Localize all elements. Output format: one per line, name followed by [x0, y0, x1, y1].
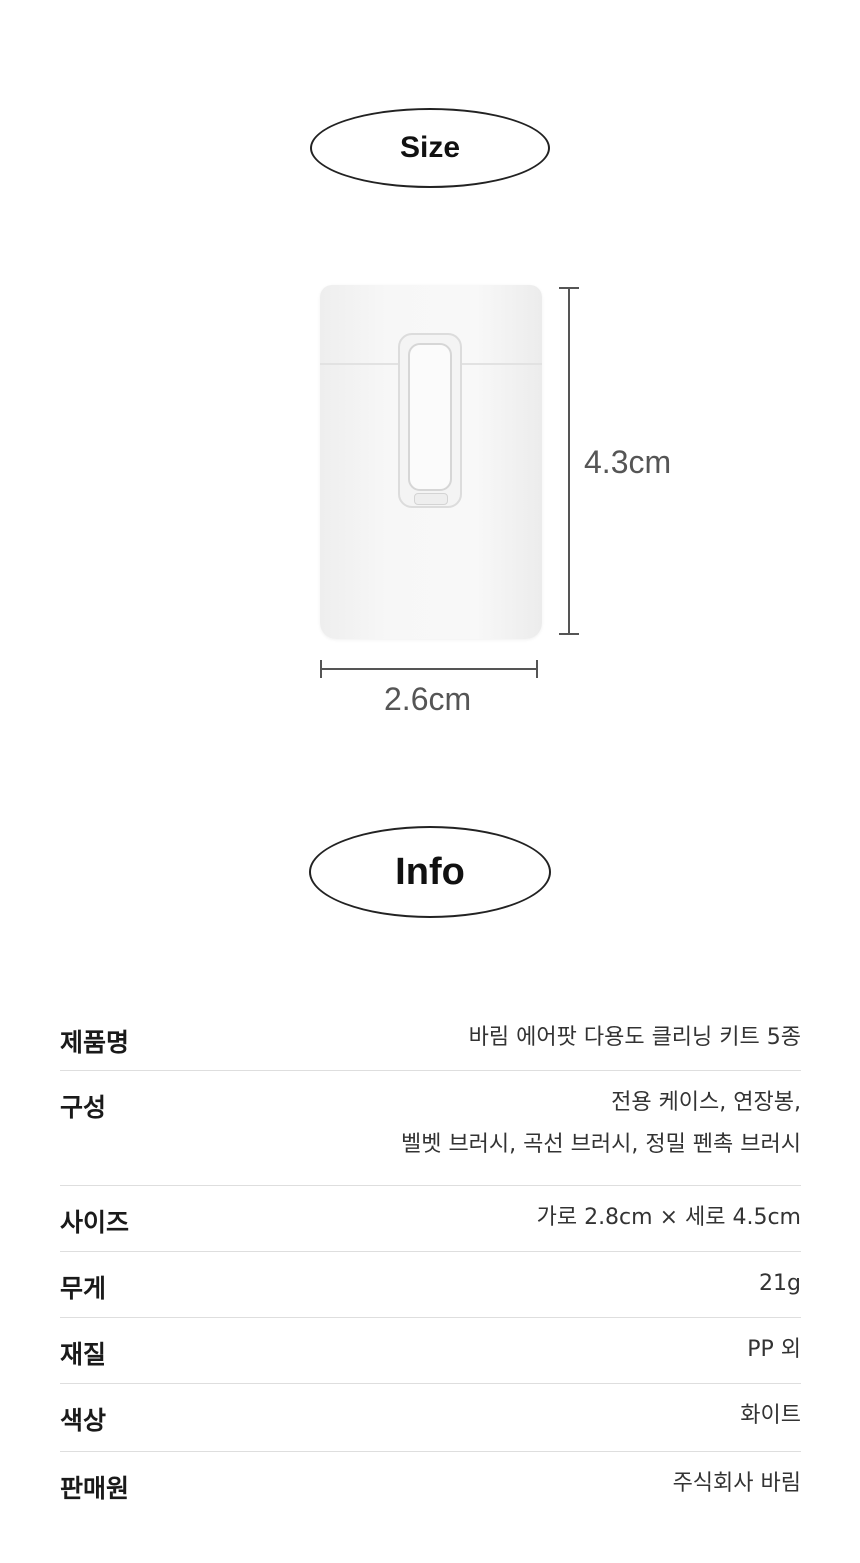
spec-value: PP 외: [747, 1329, 801, 1371]
size-section-title: Size: [310, 108, 550, 188]
height-dimension-cap-top: [559, 287, 579, 289]
width-dimension-cap-right: [536, 660, 538, 678]
spec-value-line: 벨벳 브러시, 곡선 브러시, 정밀 펜촉 브러시: [400, 1132, 801, 1157]
spec-value-line: 화이트: [740, 1403, 801, 1428]
spec-row-weight: 무게 21g: [60, 1252, 801, 1318]
info-section-title: Info: [309, 826, 551, 918]
spec-key: 제품명: [60, 1028, 130, 1057]
width-dimension-cap-left: [320, 660, 322, 678]
spec-key: 구성: [60, 1093, 107, 1122]
spec-key: 사이즈: [60, 1208, 130, 1237]
spec-value-line: 가로 2.8cm × 세로 4.5cm: [536, 1205, 801, 1230]
spec-value-line: 바림 에어팟 다용도 클리닝 키트 5종: [468, 1025, 801, 1050]
spec-row-size: 사이즈 가로 2.8cm × 세로 4.5cm: [60, 1186, 801, 1252]
spec-key: 무게: [60, 1274, 107, 1303]
spec-row-material: 재질 PP 외: [60, 1318, 801, 1384]
spec-row-seller: 판매원 주식회사 바림: [60, 1452, 801, 1518]
spec-value: 화이트: [740, 1395, 801, 1437]
case-clip-slot: [414, 493, 448, 505]
spec-row-color: 색상 화이트: [60, 1384, 801, 1452]
spec-key: 색상: [60, 1406, 107, 1435]
spec-row-product-name: 제품명 바림 에어팟 다용도 클리닝 키트 5종: [60, 1006, 801, 1071]
spec-key: 판매원: [60, 1474, 130, 1503]
spec-value-line: 21g: [759, 1271, 801, 1296]
spec-value: 주식회사 바림: [673, 1463, 801, 1505]
spec-value-line: 주식회사 바림: [672, 1471, 801, 1496]
width-dimension-line: [321, 668, 538, 670]
spec-key: 재질: [60, 1340, 107, 1369]
spec-value: 21g: [759, 1263, 801, 1305]
height-dimension-label: 4.3cm: [584, 444, 672, 480]
spec-value: 전용 케이스, 연장봉, 벨벳 브러시, 곡선 브러시, 정밀 펜촉 브러시: [401, 1082, 801, 1166]
spec-value-line: PP 외: [747, 1337, 801, 1362]
product-image-case: [320, 285, 542, 639]
spec-row-components: 구성 전용 케이스, 연장봉, 벨벳 브러시, 곡선 브러시, 정밀 펜촉 브러…: [60, 1071, 801, 1186]
spec-value: 바림 에어팟 다용도 클리닝 키트 5종: [469, 1017, 801, 1059]
height-dimension-cap-bottom: [559, 633, 579, 635]
width-dimension-label: 2.6cm: [384, 681, 472, 717]
spec-table: 제품명 바림 에어팟 다용도 클리닝 키트 5종 구성 전용 케이스, 연장봉,…: [60, 1006, 801, 1518]
case-clip: [408, 343, 452, 491]
spec-value-line: 전용 케이스, 연장봉,: [611, 1090, 801, 1115]
height-dimension-line: [568, 288, 570, 634]
spec-value: 가로 2.8cm × 세로 4.5cm: [537, 1197, 801, 1239]
